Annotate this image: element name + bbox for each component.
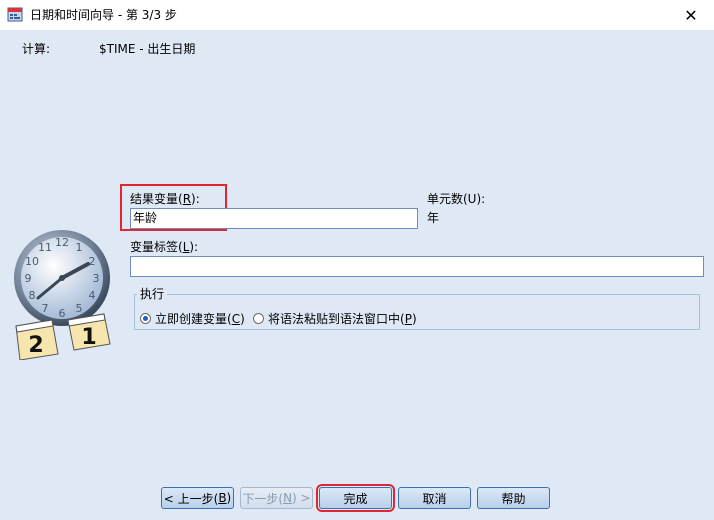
help-button[interactable]: 帮助 <box>477 487 550 509</box>
create-now-radio[interactable]: 立即创建变量(C) <box>140 310 245 327</box>
clock-number: 6 <box>59 307 66 320</box>
clock-number: 10 <box>25 255 39 268</box>
cancel-button[interactable]: 取消 <box>398 487 471 509</box>
result-variable-input[interactable]: 年龄 <box>130 208 418 229</box>
next-button[interactable]: 下一步(N) > <box>240 487 313 509</box>
units-label: 单元数(U): <box>427 192 486 206</box>
calendar-card-icon: 1 <box>67 313 111 351</box>
wizard-body: 计算: $TIME - 出生日期 12 1 2 3 4 5 6 7 8 9 10… <box>0 30 714 520</box>
window-title: 日期和时间向导 - 第 3/3 步 <box>30 8 177 22</box>
clock-number: 3 <box>93 272 100 285</box>
variable-label-label: 变量标签(L): <box>130 240 199 254</box>
radio-selected-indicator <box>140 313 151 324</box>
variable-label-input[interactable] <box>130 256 704 277</box>
clock-number: 5 <box>76 302 83 315</box>
compute-label: 计算: <box>22 42 51 56</box>
clock-number: 12 <box>55 236 69 249</box>
clock-number: 7 <box>42 302 49 315</box>
units-value: 年 <box>427 211 440 225</box>
title-bar: 日期和时间向导 - 第 3/3 步 ✕ <box>0 0 714 30</box>
close-icon: ✕ <box>684 5 698 25</box>
back-button[interactable]: < 上一步(B) <box>161 487 234 509</box>
clock-number: 1 <box>76 241 83 254</box>
clock-number: 9 <box>25 272 32 285</box>
execution-group-label: 执行 <box>137 287 168 301</box>
clock-number: 11 <box>38 241 52 254</box>
paste-syntax-label: 将语法粘贴到语法窗口中(P) <box>268 312 417 326</box>
clock-number: 8 <box>29 289 36 302</box>
calendar-card-digit: 1 <box>81 325 96 350</box>
result-variable-label: 结果变量(R): <box>130 192 200 206</box>
create-now-label: 立即创建变量(C) <box>155 312 245 326</box>
clock-number: 4 <box>89 289 96 302</box>
calendar-card-digit: 2 <box>28 333 43 358</box>
date-wizard-app-icon <box>7 7 23 22</box>
close-button[interactable]: ✕ <box>668 0 714 30</box>
radio-unselected-indicator <box>253 313 264 324</box>
finish-button[interactable]: 完成 <box>316 484 395 512</box>
calendar-card-icon: 2 <box>15 319 59 360</box>
paste-syntax-radio[interactable]: 将语法粘贴到语法窗口中(P) <box>253 310 417 327</box>
clock-number: 2 <box>89 255 96 268</box>
clock-calendar-illustration: 12 1 2 3 4 5 6 7 8 9 10 11 2 1 <box>14 230 111 360</box>
compute-expression: $TIME - 出生日期 <box>99 42 196 56</box>
